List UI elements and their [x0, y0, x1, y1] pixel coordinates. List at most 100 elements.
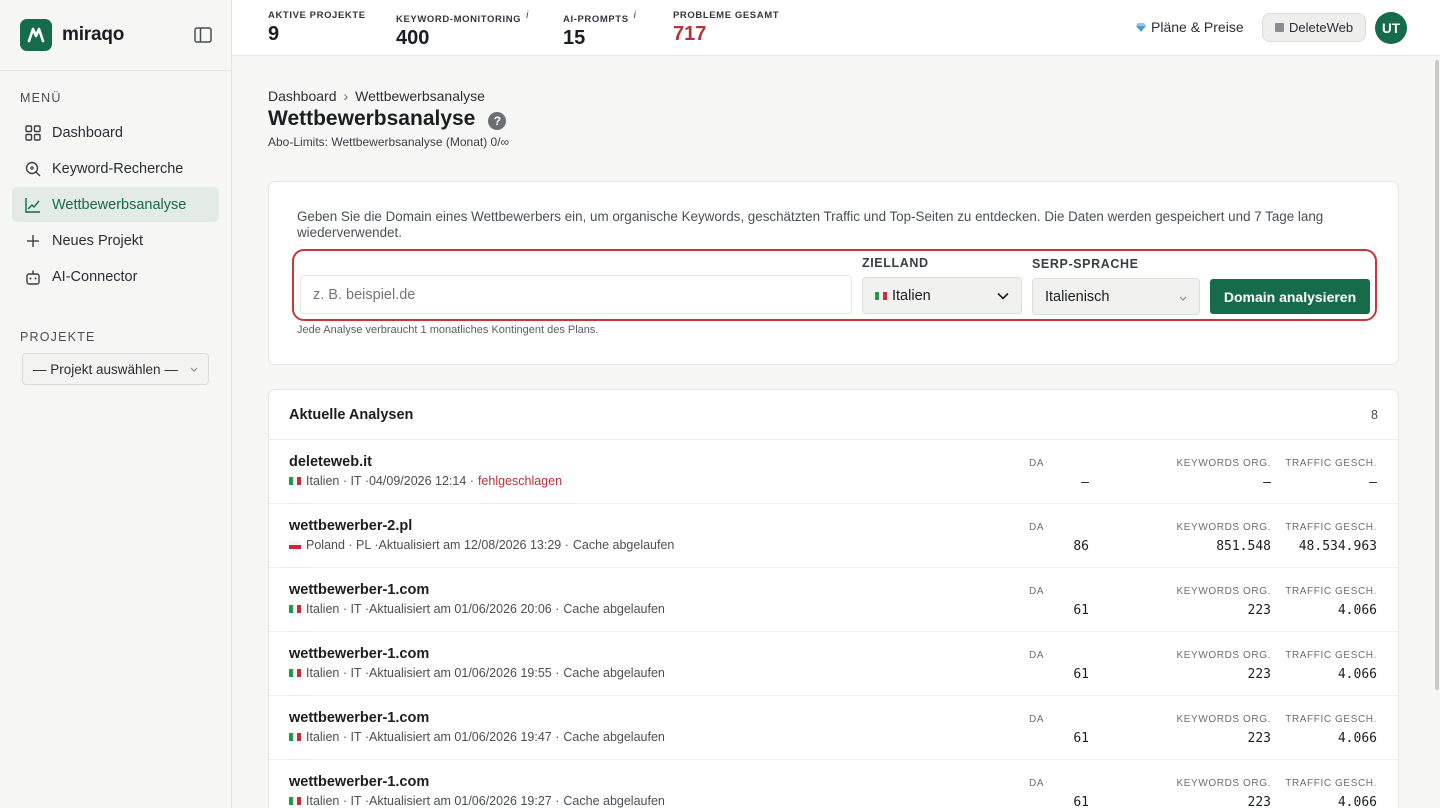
row-date: Aktualisiert am 01/06/2026 19:55 · [368, 666, 560, 680]
topbar: AKTIVE PROJEKTE 9 KEYWORD-MONITORING i 40… [232, 0, 1440, 56]
info-icon[interactable]: i [634, 10, 637, 21]
recent-analyses-title: Aktuelle Analysen [289, 406, 414, 423]
sidebar-item-neues-projekt[interactable]: Neues Projekt [12, 223, 219, 258]
projects-label: PROJEKTE [20, 330, 96, 344]
workspace-button[interactable]: DeleteWeb [1262, 13, 1367, 42]
flag-italy-icon [289, 605, 301, 613]
row-domain[interactable]: wettbewerber-1.com [289, 646, 429, 662]
row-status: fehlgeschlagen [477, 474, 563, 488]
table-row[interactable]: wettbewerber-1.com Italien · IT · Aktuali… [269, 760, 1398, 808]
col-value: — [1369, 475, 1377, 490]
workspace-label: DeleteWeb [1289, 20, 1354, 35]
analyze-domain-button[interactable]: Domain analysieren [1210, 279, 1370, 314]
row-traffic: TRAFFIC GESCH. 4.066 [1277, 650, 1377, 682]
breadcrumb-current: Wettbewerbsanalyse [355, 88, 485, 104]
row-meta: Italien · IT · 04/09/2026 12:14 · fehlge… [289, 474, 562, 488]
gem-icon [1136, 23, 1146, 32]
row-status: Cache abgelaufen [563, 666, 665, 680]
col-value: 851.548 [1216, 539, 1271, 554]
row-keywords: KEYWORDS ORG. 223 [1171, 778, 1271, 808]
subscription-limits: Abo-Limits: Wettbewerbsanalyse (Monat) 0… [268, 135, 510, 149]
recent-analyses-header: Aktuelle Analysen 8 [269, 390, 1398, 440]
col-label: DA [1029, 650, 1045, 661]
scrollbar[interactable] [1435, 60, 1439, 690]
plans-link[interactable]: Pläne & Preise [1136, 19, 1244, 35]
row-status: Cache abgelaufen [563, 794, 665, 808]
table-row[interactable]: wettbewerber-1.com Italien · IT · Aktuali… [269, 632, 1398, 696]
project-select[interactable]: — Projekt auswählen — [22, 353, 209, 385]
info-icon[interactable]: i [526, 10, 529, 21]
sidebar-item-label: AI-Connector [52, 268, 138, 285]
table-row[interactable]: wettbewerber-2.pl Poland · PL · Aktualisi… [269, 504, 1398, 568]
col-value: 61 [1073, 603, 1089, 618]
breadcrumb-separator: › [343, 88, 349, 104]
col-label: DA [1029, 778, 1045, 789]
col-value: 61 [1073, 667, 1089, 682]
project-select-value: — Projekt auswählen — [33, 361, 178, 377]
col-label: KEYWORDS ORG. [1176, 650, 1271, 661]
sidebar-item-ai-connector[interactable]: AI-Connector [12, 259, 219, 294]
search-icon [24, 160, 42, 178]
row-domain[interactable]: wettbewerber-1.com [289, 774, 429, 790]
plus-icon [24, 232, 42, 250]
sidebar-item-label: Keyword-Recherche [52, 160, 184, 177]
language-select[interactable]: Italienisch [1032, 278, 1200, 315]
form-hint: Jede Analyse verbraucht 1 monatliches Ko… [297, 324, 599, 336]
row-domain[interactable]: wettbewerber-1.com [289, 710, 429, 726]
chevron-down-icon [190, 364, 198, 375]
row-domain[interactable]: wettbewerber-1.com [289, 582, 429, 598]
col-label: KEYWORDS ORG. [1176, 586, 1271, 597]
help-icon[interactable]: ? [488, 111, 507, 130]
chart-line-icon [24, 196, 42, 214]
row-meta: Italien · IT · Aktualisiert am 01/06/202… [289, 666, 665, 680]
stat-value: 15 [563, 27, 586, 50]
sidebar-nav: Dashboard Keyword-Recherche Wettbewerbsa… [0, 115, 231, 294]
country-select[interactable]: Italien [862, 277, 1022, 314]
table-row[interactable]: wettbewerber-1.com Italien · IT · Aktuali… [269, 568, 1398, 632]
stat-aktive-projekte: AKTIVE PROJEKTE 9 [268, 10, 366, 46]
breadcrumb-dashboard[interactable]: Dashboard [268, 88, 337, 104]
row-traffic: TRAFFIC GESCH. 4.066 [1277, 586, 1377, 618]
col-label: DA [1029, 522, 1045, 533]
form-intro: Geben Sie die Domain eines Wettbewerbers… [297, 209, 1324, 240]
col-value: — [1263, 475, 1271, 490]
logo-icon[interactable] [20, 19, 52, 51]
row-keywords: KEYWORDS ORG. — [1171, 458, 1271, 490]
sidebar-item-dashboard[interactable]: Dashboard [12, 115, 219, 150]
grid-icon [24, 124, 42, 142]
domain-input[interactable] [300, 275, 852, 314]
col-label: DA [1029, 586, 1045, 597]
table-row[interactable]: wettbewerber-1.com Italien · IT · Aktuali… [269, 696, 1398, 760]
row-status: Cache abgelaufen [563, 730, 665, 744]
col-value: 4.066 [1337, 731, 1377, 746]
recent-analyses-card: Aktuelle Analysen 8 deleteweb.it Italien … [268, 389, 1399, 808]
col-value: 223 [1247, 603, 1271, 618]
sidebar-item-label: Dashboard [52, 124, 123, 141]
row-keywords: KEYWORDS ORG. 223 [1171, 586, 1271, 618]
avatar[interactable]: UT [1375, 12, 1407, 44]
row-domain[interactable]: wettbewerber-2.pl [289, 518, 412, 534]
brand: miraqo [0, 0, 231, 71]
row-status: Cache abgelaufen [572, 538, 675, 552]
sidebar-toggle-icon[interactable] [193, 25, 213, 45]
row-keywords: KEYWORDS ORG. 223 [1171, 714, 1271, 746]
row-date: Aktualisiert am 01/06/2026 19:27 · [368, 794, 560, 808]
row-domain[interactable]: deleteweb.it [289, 454, 372, 470]
recent-analyses-count: 8 [1371, 407, 1378, 422]
col-label: KEYWORDS ORG. [1176, 778, 1271, 789]
row-da: DA 61 [1029, 778, 1089, 808]
sidebar-item-keyword-recherche[interactable]: Keyword-Recherche [12, 151, 219, 186]
row-country: Poland · PL · [306, 538, 379, 552]
stat-label: AI-PROMPTS i [563, 10, 637, 26]
language-label: SERP-SPRACHE [1032, 257, 1139, 271]
row-country: Italien · IT · [306, 730, 369, 744]
flag-italy-icon [289, 797, 301, 805]
row-meta: Poland · PL · Aktualisiert am 12/08/2026… [289, 538, 674, 552]
page-title: Wettbewerbsanalyse ? [268, 107, 507, 131]
sidebar-item-wettbewerbsanalyse[interactable]: Wettbewerbsanalyse [12, 187, 219, 222]
flag-italy-icon [289, 477, 301, 485]
table-row[interactable]: deleteweb.it Italien · IT · 04/09/2026 12… [269, 440, 1398, 504]
col-value: 223 [1247, 731, 1271, 746]
col-value: 223 [1247, 667, 1271, 682]
col-value: 4.066 [1337, 603, 1377, 618]
